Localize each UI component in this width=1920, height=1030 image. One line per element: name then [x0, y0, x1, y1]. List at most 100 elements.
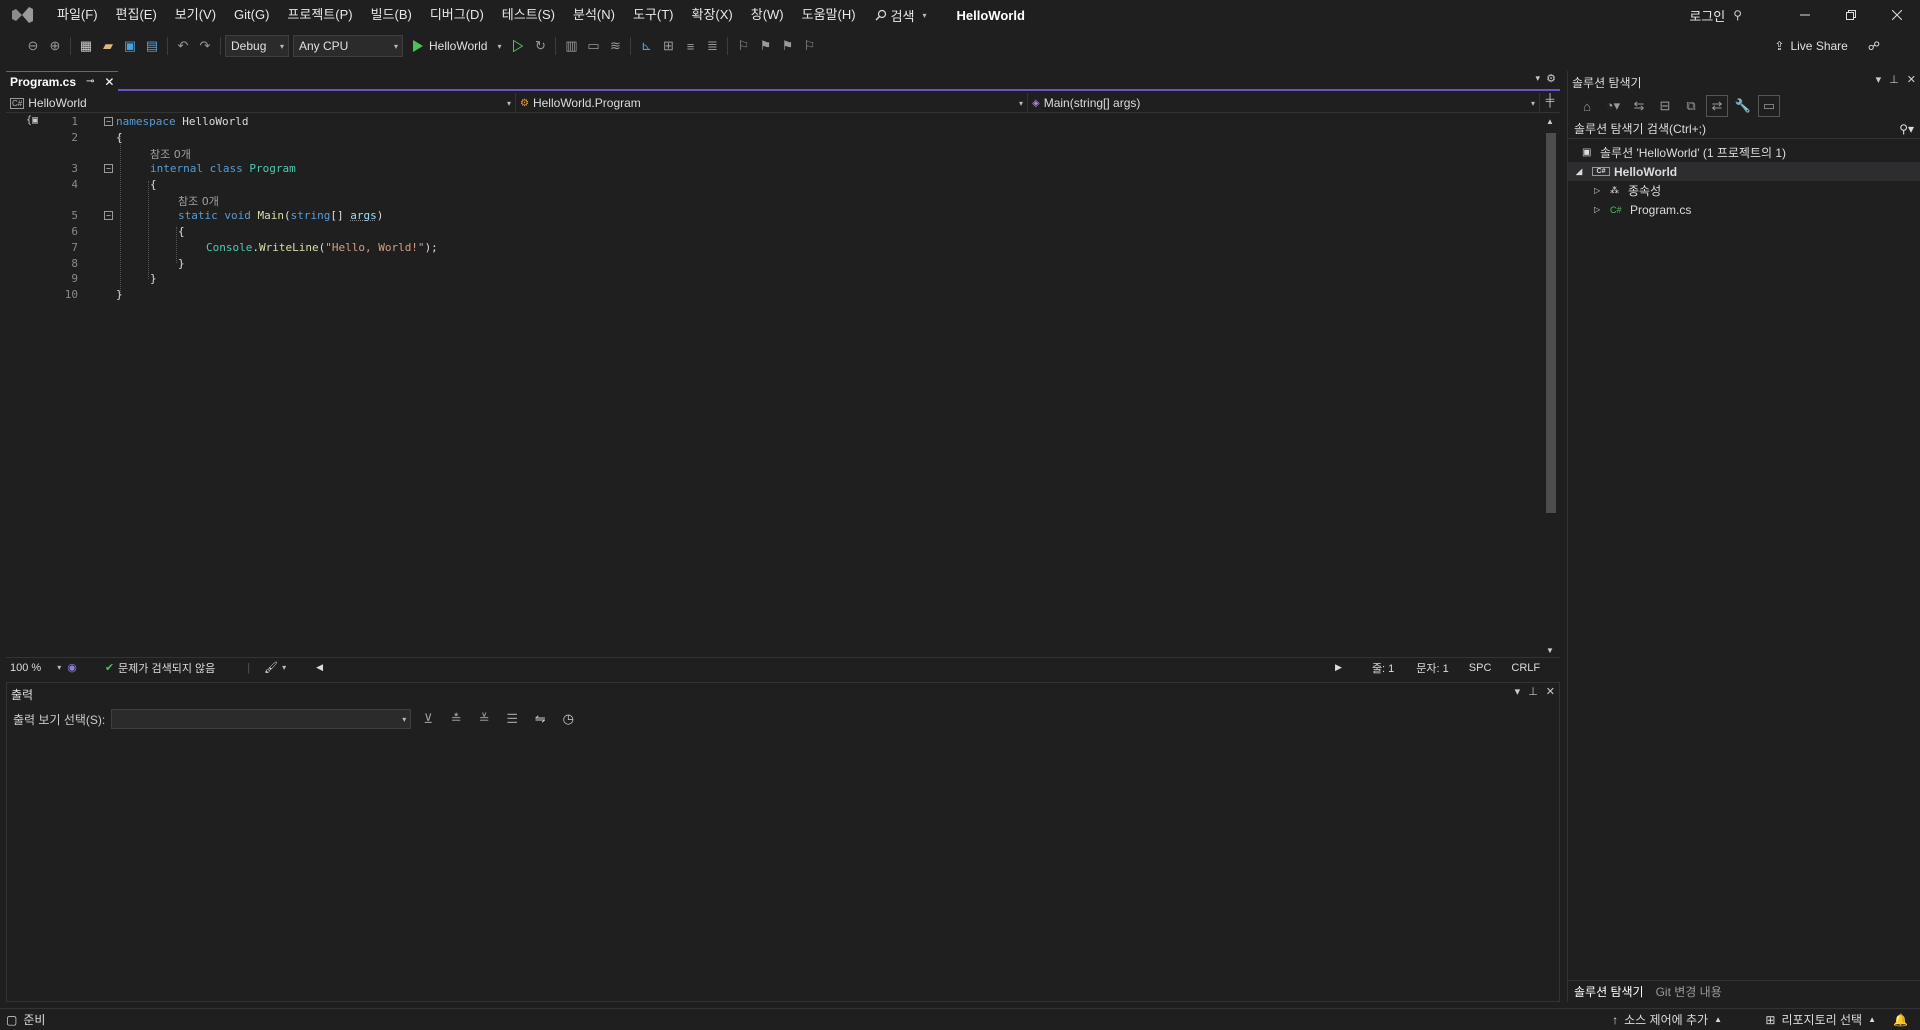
tree-node-program-cs[interactable]: ▷ C# Program.cs	[1568, 200, 1920, 219]
home-icon[interactable]: ⌂	[1576, 95, 1598, 117]
undo-icon[interactable]: ↶	[172, 35, 194, 57]
restore-button[interactable]	[1828, 0, 1874, 30]
window-menu-icon[interactable]: ▾	[1515, 685, 1521, 698]
output-window-icon[interactable]: ▢	[6, 1013, 17, 1027]
menu-item[interactable]: 프로젝트(P)	[278, 0, 361, 30]
window-layout-icon[interactable]: ▭	[582, 35, 604, 57]
menu-item[interactable]: 보기(V)	[166, 0, 225, 30]
output-source-dropdown[interactable]: ▾	[111, 709, 411, 729]
expand-arrow-icon[interactable]: ◢	[1576, 167, 1592, 176]
pin-icon[interactable]: ⊥	[1889, 73, 1899, 86]
step-over-icon[interactable]: ⊞	[657, 35, 679, 57]
fold-toggle[interactable]: −	[104, 211, 113, 220]
switch-views-icon[interactable]: ⇄	[1706, 95, 1728, 117]
split-window-icon[interactable]: ╪	[1540, 93, 1560, 112]
close-tab-icon[interactable]: ✕	[104, 75, 114, 89]
prev-message-icon[interactable]: ≛	[445, 708, 467, 730]
menu-item[interactable]: 도구(T)	[624, 0, 683, 30]
project-dropdown[interactable]: C# HelloWorld ▾	[6, 93, 516, 113]
scroll-right-icon[interactable]: ▶	[1335, 662, 1342, 673]
clear-bookmarks-icon[interactable]: ⚐	[798, 35, 820, 57]
new-project-icon[interactable]: ▦	[75, 35, 97, 57]
tab-program-cs[interactable]: Program.cs ⊸ ✕	[6, 71, 118, 91]
clear-all-icon[interactable]: ☰	[501, 708, 523, 730]
select-repository-button[interactable]: ⊞ 리포지토리 선택 ▲	[1765, 1011, 1876, 1028]
close-window-button[interactable]	[1874, 0, 1920, 30]
clock-icon[interactable]: ◷	[557, 708, 579, 730]
login-button[interactable]: 로그인	[1689, 6, 1725, 25]
feedback-icon[interactable]: ☍	[1868, 39, 1880, 53]
menu-item[interactable]: 파일(F)	[48, 0, 107, 30]
open-file-icon[interactable]: ▰	[97, 35, 119, 57]
pending-changes-filter-icon[interactable]: ◔▾	[1602, 95, 1624, 117]
sync-active-document-icon[interactable]: ⇆	[1628, 95, 1650, 117]
prev-bookmark-icon[interactable]: ⚑	[754, 35, 776, 57]
tree-node-project[interactable]: ◢ C# HelloWorld	[1568, 162, 1920, 181]
code-cleanup-icon[interactable]: 🖌	[264, 661, 278, 674]
find-message-icon[interactable]: ⊻	[417, 708, 439, 730]
chevron-down-icon[interactable]: ▾	[282, 663, 286, 672]
bookmark-icon[interactable]: ⚐	[732, 35, 754, 57]
intellicode-icon[interactable]: ◉	[67, 661, 77, 674]
add-source-control-button[interactable]: ↑ 소스 제어에 추가 ▲	[1612, 1011, 1722, 1028]
save-icon[interactable]: ▣	[119, 35, 141, 57]
tab-solution-explorer[interactable]: 솔루션 탐색기	[1568, 983, 1650, 1000]
login-area[interactable]: 로그인 ⚲	[1689, 0, 1742, 30]
zoom-level[interactable]: 100 %	[10, 662, 41, 674]
scroll-up-icon[interactable]: ▲	[1546, 117, 1554, 126]
line-ending-indicator[interactable]: CRLF	[1511, 662, 1540, 674]
pin-icon[interactable]: ⊸	[86, 76, 94, 87]
fold-toggle[interactable]: −	[104, 164, 113, 173]
collapse-all-icon[interactable]: ⊟	[1654, 95, 1676, 117]
uncomment-icon[interactable]: ≣	[701, 35, 723, 57]
menu-item[interactable]: 디버그(D)	[421, 0, 493, 30]
navigate-back-icon[interactable]: ⊖	[22, 35, 44, 57]
line-indicator[interactable]: 줄: 1	[1372, 660, 1394, 676]
codelens-references[interactable]: 참조 0개	[178, 193, 219, 209]
codelens-references[interactable]: 참조 0개	[150, 146, 191, 162]
browse-icon[interactable]: ▥	[560, 35, 582, 57]
tab-git-changes[interactable]: Git 변경 내용	[1650, 983, 1728, 1000]
type-dropdown[interactable]: ⚙ HelloWorld.Program ▾	[516, 93, 1028, 113]
notifications-bell-icon[interactable]: 🔔	[1893, 1013, 1908, 1027]
collapse-arrow-icon[interactable]: ▷	[1594, 205, 1610, 214]
show-all-files-icon[interactable]: ⧉	[1680, 95, 1702, 117]
issues-label[interactable]: 문제가 검색되지 않음	[118, 660, 215, 676]
preview-selected-icon[interactable]: ▭	[1758, 95, 1780, 117]
tree-node-dependencies[interactable]: ▷ ⁂ 종속성	[1568, 181, 1920, 200]
collapse-arrow-icon[interactable]: ▷	[1594, 186, 1610, 195]
start-debugging-button[interactable]: HelloWorld ▾	[407, 39, 507, 53]
window-menu-icon[interactable]: ▾	[1876, 73, 1882, 86]
column-indicator[interactable]: 문자: 1	[1416, 660, 1448, 676]
diagnostics-icon[interactable]: ≋	[604, 35, 626, 57]
redo-icon[interactable]: ↷	[194, 35, 216, 57]
menu-item[interactable]: 테스트(S)	[493, 0, 564, 30]
chevron-down-icon[interactable]: ▾	[57, 663, 61, 672]
pin-icon[interactable]: ⊥	[1528, 685, 1538, 698]
member-dropdown[interactable]: ◈ Main(string[] args) ▾	[1028, 93, 1540, 113]
close-icon[interactable]: ✕	[1546, 685, 1555, 698]
configuration-dropdown[interactable]: Debug ▾	[225, 35, 289, 57]
search-menu[interactable]: 검색 ▾	[865, 6, 937, 25]
menu-item[interactable]: Git(G)	[225, 0, 278, 30]
menu-item[interactable]: 빌드(B)	[362, 0, 421, 30]
solution-search-box[interactable]: 솔루션 탐색기 검색(Ctrl+;) ⚲▾	[1568, 119, 1920, 139]
comment-icon[interactable]: ≡	[679, 35, 701, 57]
account-settings-icon[interactable]: ⚲	[1733, 8, 1742, 22]
next-bookmark-icon[interactable]: ⚑	[776, 35, 798, 57]
word-wrap-icon[interactable]: ⇋	[529, 708, 551, 730]
hot-reload-icon[interactable]: ↻	[529, 35, 551, 57]
vertical-scrollbar[interactable]: ▲ ▼	[1540, 115, 1560, 657]
menu-item[interactable]: 분석(N)	[564, 0, 624, 30]
menu-item[interactable]: 편집(E)	[107, 0, 166, 30]
start-without-debugging-icon[interactable]	[507, 35, 529, 57]
code-editor[interactable]: {▣ 1 2 3 4 5 6 7 8 9 10 − − − namespace …	[6, 115, 1536, 657]
minimize-button[interactable]	[1782, 0, 1828, 30]
tab-overflow-icon[interactable]: ▾	[1535, 73, 1540, 84]
menu-item[interactable]: 확장(X)	[683, 0, 742, 30]
platform-dropdown[interactable]: Any CPU ▾	[293, 35, 403, 57]
scroll-left-icon[interactable]: ◀	[316, 662, 323, 673]
step-icon[interactable]: ⊾	[635, 35, 657, 57]
fold-toggle[interactable]: −	[104, 117, 113, 126]
gear-icon[interactable]: ⚙	[1546, 72, 1556, 85]
